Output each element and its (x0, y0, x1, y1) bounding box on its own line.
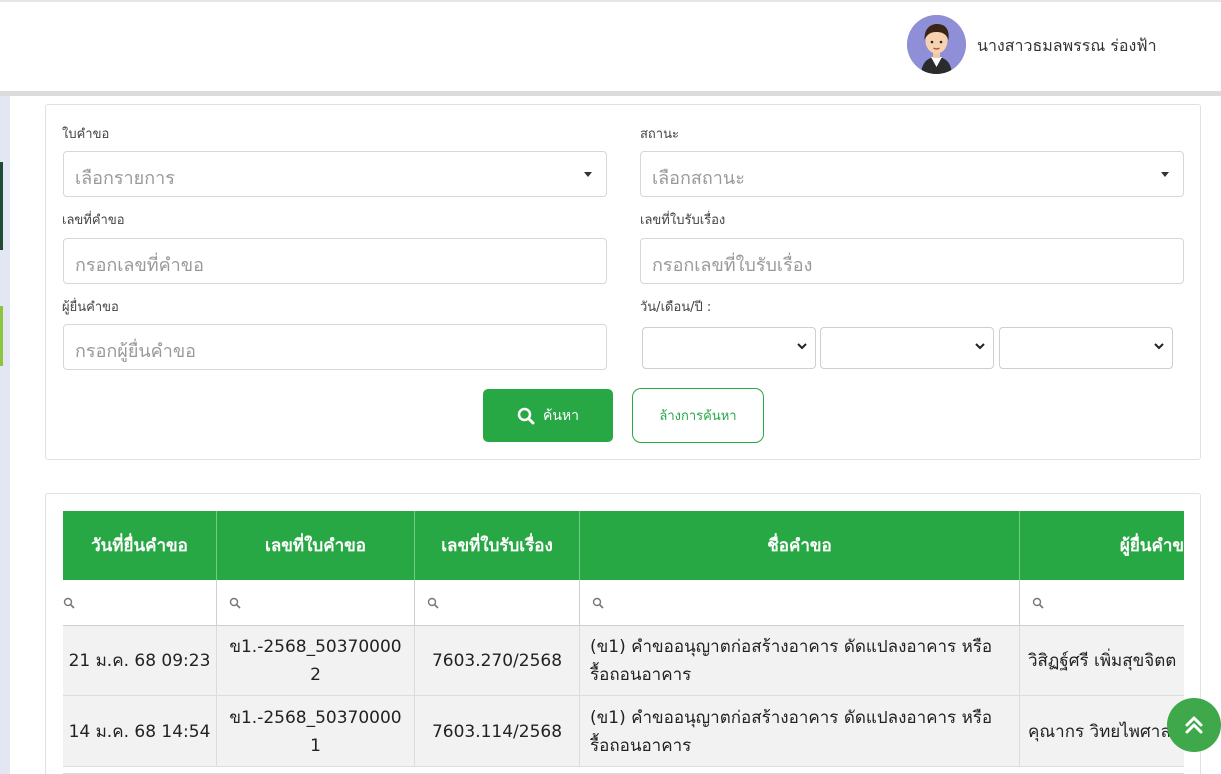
scroll-to-top-button[interactable] (1167, 698, 1221, 752)
column-filter-date[interactable] (63, 580, 217, 626)
cell-request-no: ข1.-2568_503700002 (217, 626, 415, 696)
column-filter-receipt-no[interactable] (415, 580, 580, 626)
chevron-down-icon (975, 340, 985, 353)
status-label: สถานะ (640, 127, 679, 142)
cell-request-name: (ข1) คำขออนุญาตก่อสร้างอาคาร ดัดแปลงอาคา… (580, 696, 1020, 767)
request-no-input[interactable]: กรอกเลขที่คำขอ (63, 238, 607, 284)
cell-applicant: คุณากร วิทยไพศาล (1028, 721, 1171, 742)
search-icon (517, 407, 535, 424)
search-icon (63, 597, 75, 609)
year-select[interactable] (999, 327, 1173, 369)
request-no-label: เลขที่คำขอ (62, 213, 125, 228)
cell-request-name: (ข1) คำขออนุญาตก่อสร้างอาคาร ดัดแปลงอาคา… (580, 626, 1020, 696)
sidebar-collapsed (0, 96, 10, 774)
request-no-placeholder: กรอกเลขที่คำขอ (75, 255, 204, 276)
request-type-placeholder: เลือกรายการ (75, 168, 175, 189)
applicant-label: ผู้ยื่นคำขอ (62, 300, 119, 315)
column-header-request-no[interactable]: เลขที่ใบคำขอ (217, 511, 415, 580)
column-filter-request-name[interactable] (580, 580, 1020, 626)
clear-search-button[interactable]: ล้างการค้นหา (632, 388, 764, 443)
caret-down-icon (584, 172, 592, 177)
day-select[interactable] (642, 327, 816, 369)
top-navbar: นางสาวธมลพรรณ ร่องฟ้า (0, 0, 1221, 92)
search-icon (592, 597, 604, 609)
applicant-input[interactable]: กรอกผู้ยื่นคำขอ (63, 324, 607, 370)
receipt-no-label: เลขที่ใบรับเรื่อง (640, 213, 726, 228)
receipt-no-input[interactable]: กรอกเลขที่ใบรับเรื่อง (640, 238, 1184, 284)
chevron-down-icon (1154, 340, 1164, 353)
status-placeholder: เลือกสถานะ (652, 168, 745, 189)
column-filter-request-no[interactable] (217, 580, 415, 626)
table-row[interactable] (63, 767, 1184, 774)
search-button-label: ค้นหา (542, 407, 580, 424)
sidebar-marker (0, 306, 3, 366)
date-label: วัน/เดือน/ปี : (640, 300, 712, 315)
search-icon (1032, 597, 1044, 609)
status-select[interactable]: เลือกสถานะ (640, 151, 1184, 197)
sidebar-marker (0, 162, 3, 250)
month-select[interactable] (820, 327, 994, 369)
request-type-label: ใบคำขอ (62, 127, 110, 142)
request-type-select[interactable]: เลือกรายการ (63, 151, 607, 197)
cell-receipt-no: 7603.114/2568 (415, 696, 580, 767)
search-button[interactable]: ค้นหา (483, 389, 613, 442)
user-name[interactable]: นางสาวธมลพรรณ ร่องฟ้า (977, 34, 1157, 59)
cell-applicant: วิสิฏฐ์ศรี เพิ่มสุขจิตต (1028, 651, 1177, 671)
column-filter-applicant[interactable] (1020, 580, 1184, 626)
caret-down-icon (1161, 172, 1169, 177)
cell-receipt-no: 7603.270/2568 (415, 626, 580, 696)
search-icon (427, 597, 439, 609)
clear-search-label: ล้างการค้นหา (659, 409, 737, 424)
receipt-no-placeholder: กรอกเลขที่ใบรับเรื่อง (652, 255, 813, 276)
cell-request-no: ข1.-2568_503700001 (217, 696, 415, 767)
applicant-placeholder: กรอกผู้ยื่นคำขอ (75, 341, 196, 362)
column-header-receipt-no[interactable]: เลขที่ใบรับเรื่อง (415, 511, 580, 580)
search-icon (229, 597, 241, 609)
cell-date: 14 ม.ค. 68 14:54 (63, 696, 217, 767)
chevron-down-icon (797, 340, 807, 353)
column-header-date[interactable]: วันที่ยื่นคำขอ (63, 511, 217, 580)
cell-date: 21 ม.ค. 68 09:23 (63, 626, 217, 696)
navbar-divider (0, 91, 1221, 96)
user-avatar[interactable] (907, 15, 966, 74)
column-header-request-name[interactable]: ชื่อคำขอ (580, 511, 1020, 580)
double-chevron-up-icon (1185, 716, 1203, 734)
column-header-applicant[interactable]: ผู้ยื่นคำข (1020, 511, 1184, 580)
